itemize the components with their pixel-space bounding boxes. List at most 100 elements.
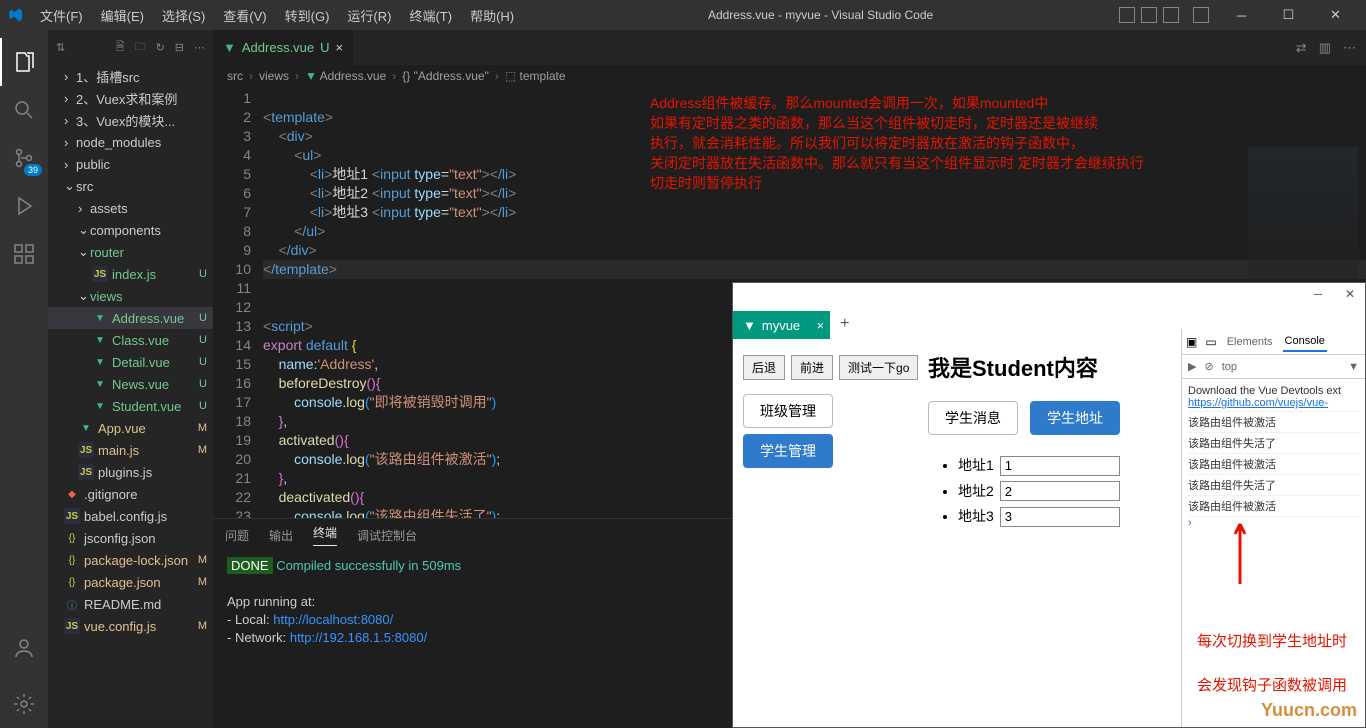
tree-row[interactable]: ⌄views <box>48 285 213 307</box>
console-tab[interactable]: Console <box>1283 332 1327 352</box>
refresh-icon[interactable]: ↻ <box>156 41 165 54</box>
layout-icon[interactable] <box>1119 7 1135 23</box>
close-button[interactable]: ✕ <box>1313 0 1358 30</box>
tab-close-icon[interactable]: × <box>336 40 344 55</box>
nav-button[interactable]: 前进 <box>791 355 833 380</box>
filter-dropdown[interactable]: ▼ <box>1348 361 1359 373</box>
tree-row[interactable]: ›public <box>48 153 213 175</box>
local-url-link[interactable]: http://localhost:8080/ <box>273 612 393 627</box>
tree-row[interactable]: {}package.jsonM <box>48 571 213 593</box>
extensions-icon[interactable] <box>0 230 48 278</box>
sort-icon[interactable]: ⇅ <box>56 41 65 54</box>
devtools-link[interactable]: https://github.com/vuejs/vue- <box>1188 397 1328 409</box>
tree-row[interactable]: ›1、插槽src <box>48 65 213 87</box>
tree-row[interactable]: ◆.gitignore <box>48 483 213 505</box>
menu-item[interactable]: 查看(V) <box>215 2 274 29</box>
address-input[interactable] <box>1000 456 1120 476</box>
elements-tab[interactable]: Elements <box>1225 333 1275 351</box>
student-msg-tab[interactable]: 学生消息 <box>928 401 1018 435</box>
menu-item[interactable]: 选择(S) <box>154 2 213 29</box>
layout-icon[interactable] <box>1163 7 1179 23</box>
debug-icon[interactable] <box>0 182 48 230</box>
tree-row[interactable]: JSmain.jsM <box>48 439 213 461</box>
terminal-tab[interactable]: 调试控制台 <box>357 527 417 544</box>
tree-row[interactable]: {}package-lock.jsonM <box>48 549 213 571</box>
clear-icon[interactable]: ⊘ <box>1204 360 1213 373</box>
student-manage-button[interactable]: 学生管理 <box>743 434 833 468</box>
menu-item[interactable]: 编辑(E) <box>93 2 152 29</box>
tab-close-icon[interactable]: × <box>817 318 825 333</box>
split-icon[interactable]: ▥ <box>1319 40 1331 56</box>
minimize-button[interactable]: ─ <box>1219 0 1264 30</box>
settings-gear-icon[interactable] <box>0 680 48 728</box>
class-manage-button[interactable]: 班级管理 <box>743 394 833 428</box>
new-file-icon[interactable]: 🗎 <box>116 38 125 57</box>
nav-button[interactable]: 后退 <box>743 355 785 380</box>
inspect-icon[interactable]: ▣ <box>1186 335 1197 349</box>
context-icon[interactable]: ▶ <box>1188 360 1196 373</box>
tree-row[interactable]: ⌄components <box>48 219 213 241</box>
breadcrumb-item[interactable]: ▼ Address.vue <box>305 69 386 83</box>
tree-row[interactable]: ⓘREADME.md <box>48 593 213 615</box>
layout-controls[interactable] <box>1119 7 1209 23</box>
network-url-link[interactable]: http://192.168.1.5:8080/ <box>290 630 427 645</box>
search-icon[interactable] <box>0 86 48 134</box>
menu-item[interactable]: 终端(T) <box>401 2 460 29</box>
menu-item[interactable]: 运行(R) <box>339 2 399 29</box>
layout-icon[interactable] <box>1141 7 1157 23</box>
address-input[interactable] <box>1000 481 1120 501</box>
tree-row[interactable]: JSbabel.config.js <box>48 505 213 527</box>
tree-row[interactable]: ▼Class.vueU <box>48 329 213 351</box>
tree-row[interactable]: ›assets <box>48 197 213 219</box>
menu-item[interactable]: 帮助(H) <box>462 2 522 29</box>
more-icon[interactable]: ⋯ <box>194 41 205 54</box>
tree-row[interactable]: ›node_modules <box>48 131 213 153</box>
context-select[interactable]: top <box>1222 361 1237 373</box>
breadcrumb[interactable]: src›views›▼ Address.vue›{} "Address.vue"… <box>213 65 1366 87</box>
tree-row[interactable]: ▼Student.vueU <box>48 395 213 417</box>
browser-minimize[interactable]: ─ <box>1303 283 1333 305</box>
tree-row[interactable]: ⌄src <box>48 175 213 197</box>
tree-row[interactable]: ⌄router <box>48 241 213 263</box>
console-output[interactable]: Download the Vue Devtools exthttps://git… <box>1182 379 1365 533</box>
tree-row[interactable]: JSplugins.js <box>48 461 213 483</box>
device-icon[interactable]: ▭ <box>1205 335 1216 349</box>
tree-row[interactable]: ›2、Vuex求和案例 <box>48 87 213 109</box>
address-item: 地址2 <box>958 481 1178 502</box>
explorer-icon[interactable] <box>0 38 48 86</box>
tree-row[interactable]: JSvue.config.jsM <box>48 615 213 637</box>
browser-close[interactable]: ✕ <box>1335 283 1365 305</box>
tree-row[interactable]: ▼Address.vueU <box>48 307 213 329</box>
tree-row[interactable]: ▼Detail.vueU <box>48 351 213 373</box>
tree-row[interactable]: ▼App.vueM <box>48 417 213 439</box>
breadcrumb-item[interactable]: ⬚ template <box>505 69 566 83</box>
explorer-header: ⇅ 🗎 🗀 ↻ ⊟ ⋯ <box>48 30 213 65</box>
account-icon[interactable] <box>0 624 48 672</box>
student-addr-tab[interactable]: 学生地址 <box>1030 401 1120 435</box>
maximize-button[interactable]: ☐ <box>1266 0 1311 30</box>
breadcrumb-item[interactable]: {} "Address.vue" <box>402 69 489 83</box>
more-icon[interactable]: ⋯ <box>1343 40 1356 56</box>
browser-tab[interactable]: ▼ myvue × <box>733 311 830 339</box>
nav-button[interactable]: 测试一下go <box>839 355 918 380</box>
tree-row[interactable]: {}jsconfig.json <box>48 527 213 549</box>
address-input[interactable] <box>1000 507 1120 527</box>
chevron-icon: › <box>64 113 76 128</box>
compare-icon[interactable]: ⇄ <box>1296 40 1307 56</box>
breadcrumb-item[interactable]: src <box>227 69 243 83</box>
menu-item[interactable]: 转到(G) <box>277 2 338 29</box>
layout-icon[interactable] <box>1193 7 1209 23</box>
tab-address-vue[interactable]: ▼ Address.vue U × <box>213 30 354 65</box>
breadcrumb-item[interactable]: views <box>259 69 289 83</box>
collapse-icon[interactable]: ⊟ <box>175 41 184 54</box>
source-control-icon[interactable]: 39 <box>0 134 48 182</box>
tree-row[interactable]: ▼News.vueU <box>48 373 213 395</box>
tree-row[interactable]: ›3、Vuex的模块... <box>48 109 213 131</box>
terminal-tab[interactable]: 输出 <box>269 527 293 544</box>
menu-item[interactable]: 文件(F) <box>32 2 91 29</box>
new-tab-button[interactable]: + <box>830 311 859 339</box>
terminal-tab[interactable]: 终端 <box>313 524 337 546</box>
terminal-tab[interactable]: 问题 <box>225 527 249 544</box>
new-folder-icon[interactable]: 🗀 <box>135 38 146 57</box>
tree-row[interactable]: JSindex.jsU <box>48 263 213 285</box>
